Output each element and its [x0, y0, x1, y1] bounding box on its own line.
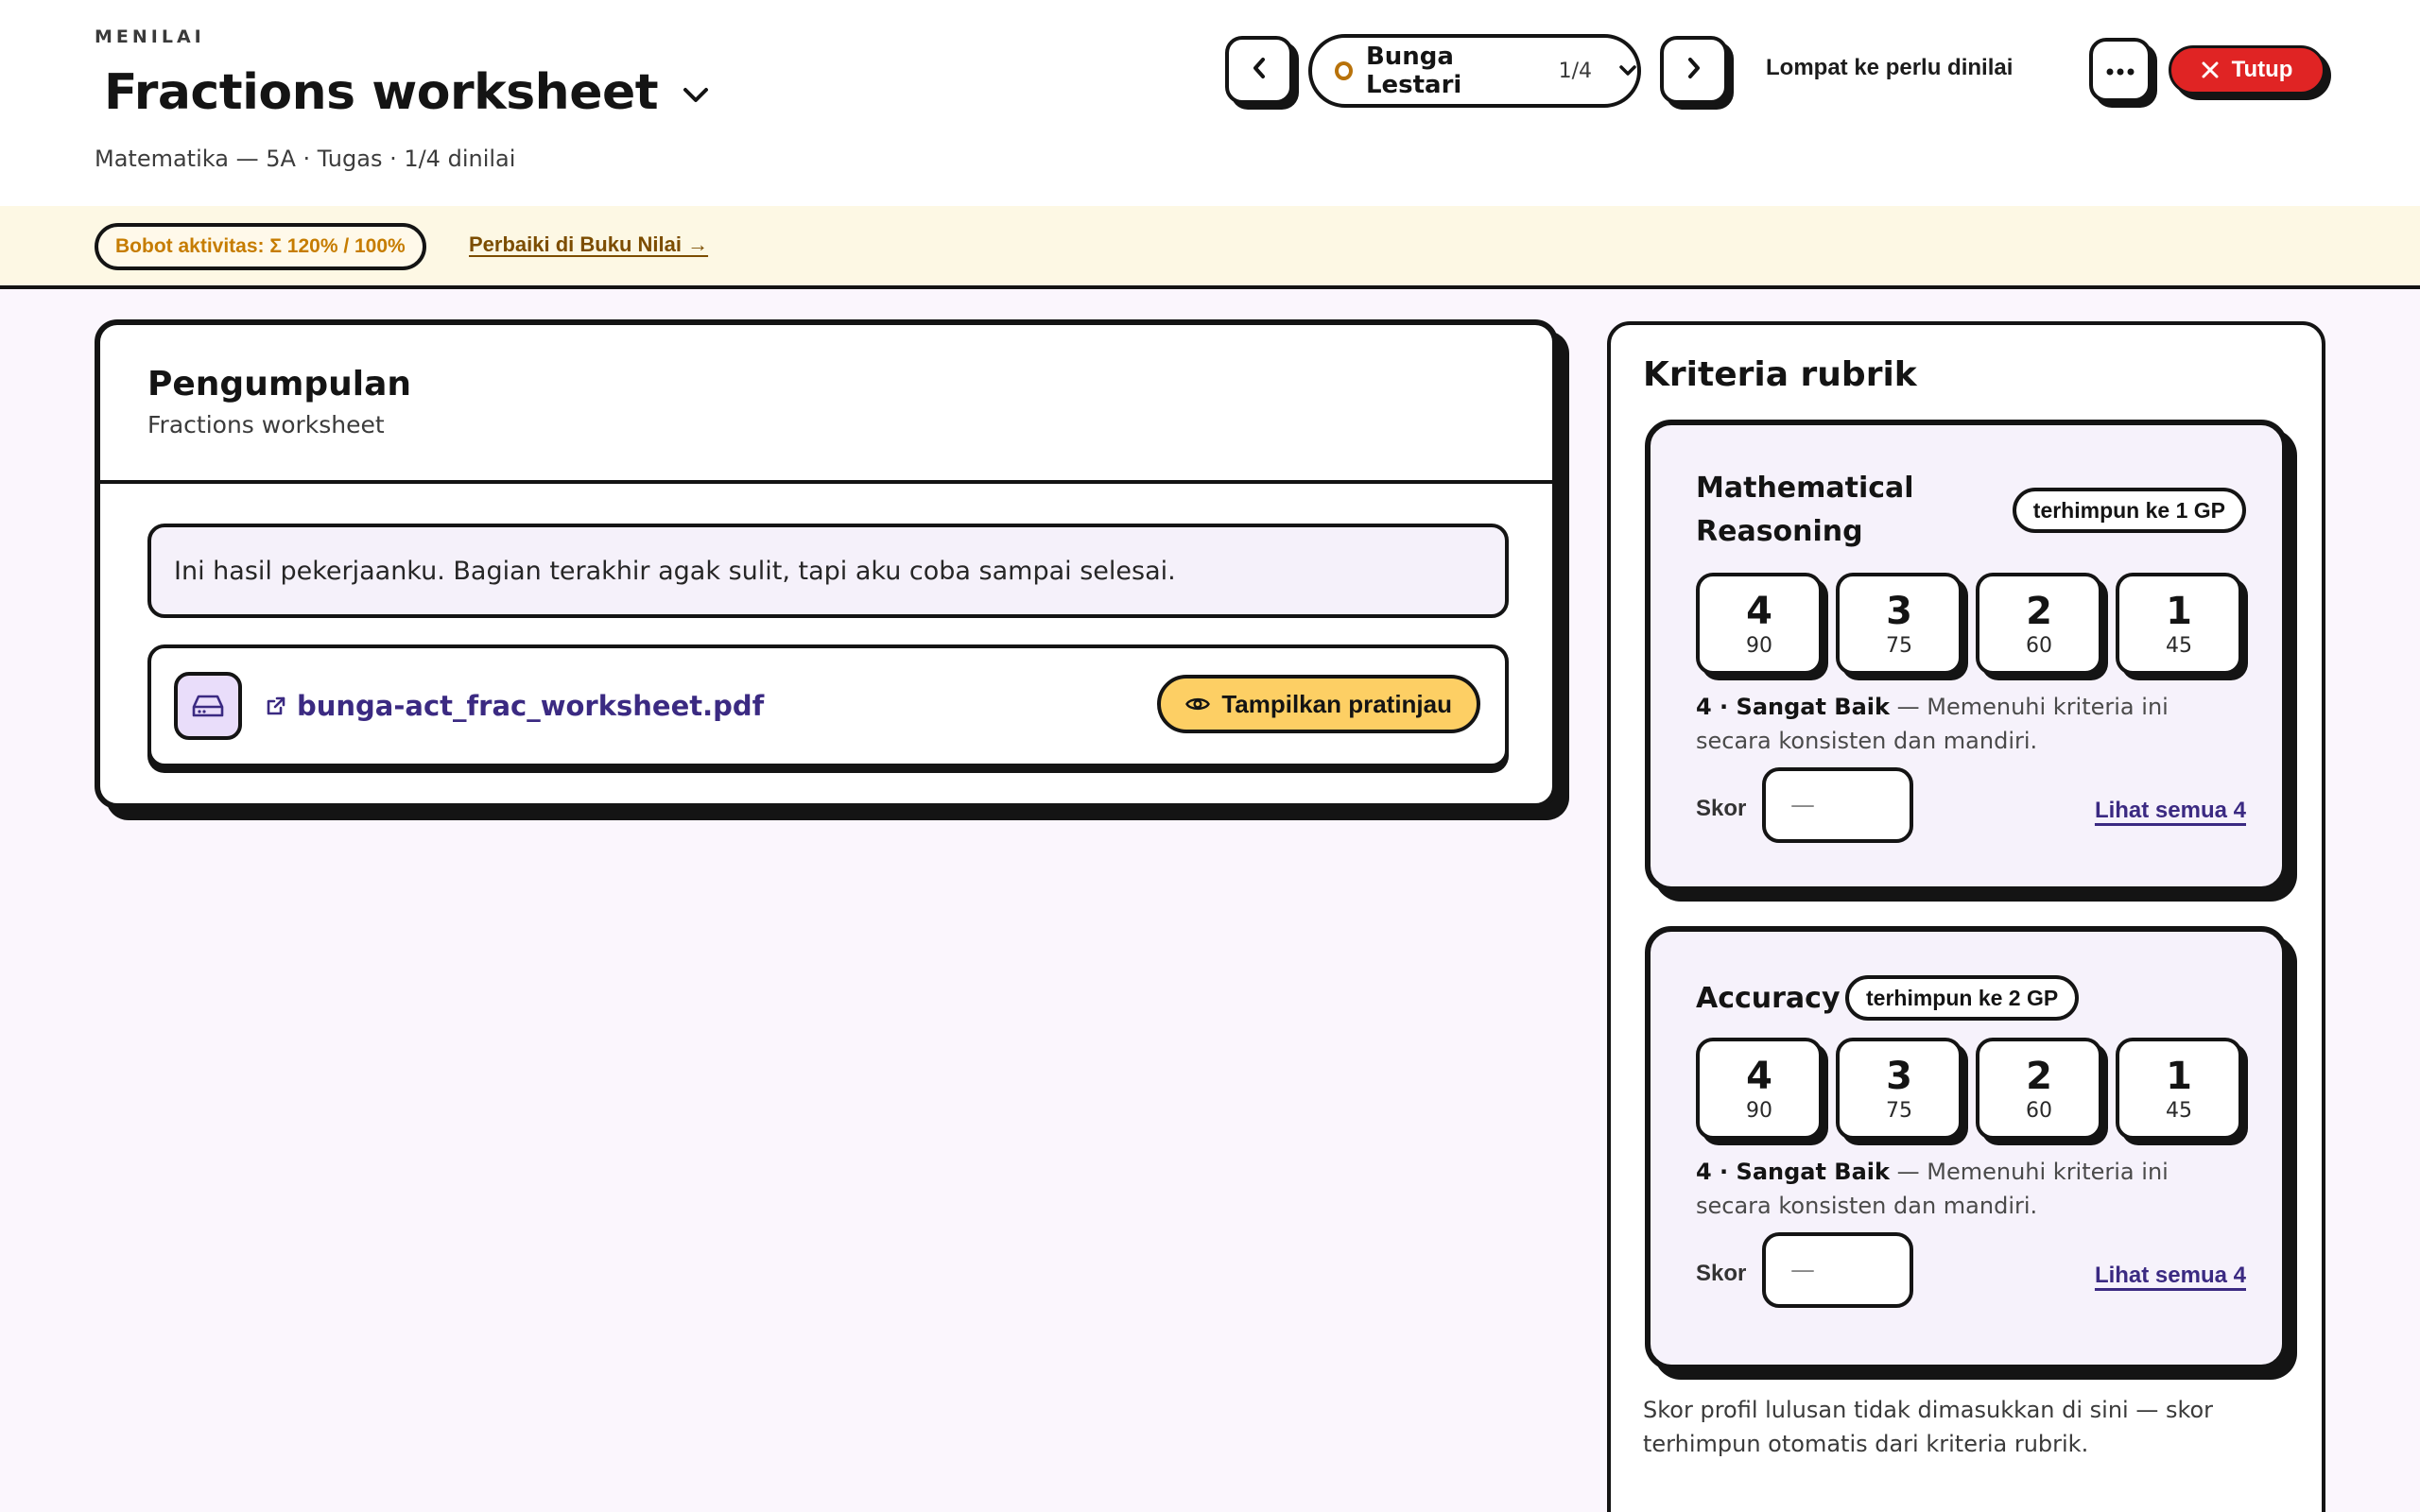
rubric-title: Kriteria rubrik	[1643, 355, 1917, 394]
level-number: 1	[2166, 1054, 2192, 1098]
level-number: 3	[1886, 589, 1912, 633]
level-4-button[interactable]: 4 90	[1696, 573, 1823, 675]
criterion-card-mathematical-reasoning: Mathematical Reasoning terhimpun ke 1 GP…	[1645, 420, 2288, 892]
level-points: 90	[1746, 1098, 1772, 1123]
score-label: Skor	[1696, 1261, 1747, 1286]
level-points: 75	[1886, 633, 1912, 658]
chevron-left-icon	[1252, 57, 1267, 83]
page-title: Fractions worksheet	[104, 64, 659, 121]
level-points: 90	[1746, 633, 1772, 658]
level-points: 60	[2026, 1098, 2052, 1123]
level-number: 2	[2026, 589, 2052, 633]
level-1-button[interactable]: 1 45	[2116, 573, 2242, 675]
more-icon	[2106, 61, 2135, 79]
level-points: 60	[2026, 633, 2052, 658]
score-input[interactable]: —	[1762, 767, 1913, 843]
criterion-name-line2: Reasoning	[1696, 515, 1863, 548]
previous-student-button[interactable]	[1225, 36, 1293, 104]
student-position: 1/4	[1558, 59, 1592, 83]
level-number: 3	[1886, 1054, 1912, 1098]
external-link-icon	[265, 695, 287, 717]
score-label: Skor	[1696, 796, 1747, 821]
level-description-title: 4 · Sangat Baik	[1696, 1159, 1890, 1185]
close-button[interactable]: Tutup	[2169, 45, 2325, 94]
see-all-levels-link[interactable]: Lihat semua 4	[2095, 798, 2246, 824]
eye-icon	[1185, 696, 1211, 713]
attachment-link[interactable]: bunga-act_frac_worksheet.pdf	[265, 690, 764, 722]
criterion-card-accuracy: Accuracy terhimpun ke 2 GP 4 90 3 75 2 6…	[1645, 926, 2288, 1370]
status-ring-icon	[1335, 61, 1353, 80]
attachment-file-name: bunga-act_frac_worksheet.pdf	[297, 690, 765, 722]
submission-title: Pengumpulan	[147, 365, 411, 404]
close-button-label: Tutup	[2231, 57, 2293, 82]
student-comment: Ini hasil pekerjaanku. Bagian terakhir a…	[147, 524, 1509, 618]
attachment-row: bunga-act_frac_worksheet.pdf Tampilkan p…	[147, 644, 1509, 767]
jump-to-ungraded-link[interactable]: Lompat ke perlu dinilai	[1766, 55, 2013, 81]
level-number: 4	[1746, 1054, 1772, 1098]
title-dropdown[interactable]: Fractions worksheet	[104, 64, 713, 121]
chevron-down-icon	[1618, 64, 1637, 77]
student-selector[interactable]: Bunga Lestari 1/4	[1308, 34, 1641, 108]
criterion-name-line1: Mathematical	[1696, 472, 1914, 505]
show-preview-button[interactable]: Tampilkan pratinjau	[1157, 675, 1480, 733]
level-2-button[interactable]: 2 60	[1976, 573, 2102, 675]
gp-aggregation-badge: terhimpun ke 1 GP	[2012, 488, 2246, 533]
level-number: 4	[1746, 589, 1772, 633]
next-student-button[interactable]	[1660, 36, 1728, 104]
level-description-title: 4 · Sangat Baik	[1696, 694, 1890, 720]
assignment-meta: Matematika — 5A · Tugas · 1/4 dinilai	[95, 146, 516, 172]
level-description: 4 · Sangat Baik — Memenuhi kriteria ini …	[1696, 1155, 2244, 1223]
close-icon	[2202, 61, 2219, 78]
more-options-button[interactable]	[2089, 38, 2152, 102]
submission-header: Pengumpulan Fractions worksheet	[100, 325, 1552, 484]
header: MENILAI Fractions worksheet Matematika —…	[0, 0, 2420, 206]
criterion-name: Mathematical Reasoning	[1696, 467, 1914, 554]
gp-aggregation-badge: terhimpun ke 2 GP	[1845, 975, 2080, 1021]
show-preview-label: Tampilkan pratinjau	[1221, 689, 1452, 718]
hard-drive-icon	[174, 672, 242, 740]
score-input[interactable]: —	[1762, 1232, 1913, 1308]
submission-subtitle: Fractions worksheet	[147, 411, 385, 438]
level-points: 75	[1886, 1098, 1912, 1123]
chevron-right-icon	[1686, 57, 1702, 83]
eyebrow-label: MENILAI	[95, 26, 205, 47]
level-points: 45	[2166, 1098, 2192, 1123]
level-3-button[interactable]: 3 75	[1836, 573, 1962, 675]
chevron-down-icon	[679, 78, 713, 112]
level-options: 4 90 3 75 2 60 1 45	[1696, 573, 2242, 675]
level-number: 1	[2166, 589, 2192, 633]
level-number: 2	[2026, 1054, 2052, 1098]
rubric-footnote: Skor profil lulusan tidak dimasukkan di …	[1643, 1397, 2214, 1457]
rubric-panel: Kriteria rubrik Mathematical Reasoning t…	[1607, 321, 2325, 1512]
level-description: 4 · Sangat Baik — Memenuhi kriteria ini …	[1696, 690, 2244, 758]
level-3-button[interactable]: 3 75	[1836, 1038, 1962, 1140]
submission-card: Pengumpulan Fractions worksheet Ini hasi…	[95, 319, 1558, 809]
student-name: Bunga Lestari	[1365, 43, 1462, 99]
activity-weight-badge: Bobot aktivitas: Σ 120% / 100%	[95, 223, 426, 270]
criterion-name: Accuracy	[1696, 982, 1841, 1015]
level-1-button[interactable]: 1 45	[2116, 1038, 2242, 1140]
level-4-button[interactable]: 4 90	[1696, 1038, 1823, 1140]
see-all-levels-link[interactable]: Lihat semua 4	[2095, 1263, 2246, 1289]
level-options: 4 90 3 75 2 60 1 45	[1696, 1038, 2242, 1140]
level-2-button[interactable]: 2 60	[1976, 1038, 2102, 1140]
fix-in-gradebook-link[interactable]: Perbaiki di Buku Nilai →	[469, 232, 708, 257]
level-points: 45	[2166, 633, 2192, 658]
